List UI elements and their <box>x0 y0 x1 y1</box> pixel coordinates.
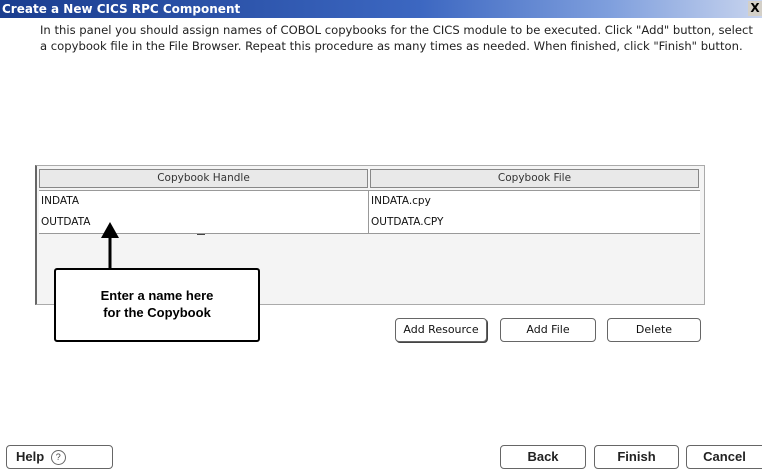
close-icon[interactable]: X <box>748 1 762 16</box>
finish-button[interactable]: Finish <box>594 445 679 469</box>
back-button[interactable]: Back <box>500 445 586 469</box>
copybook-file-cell[interactable]: INDATA.cpy <box>369 191 700 212</box>
add-file-button[interactable]: Add File <box>500 318 596 342</box>
table-row[interactable]: OUTDATA OUTDATA.CPY <box>39 212 700 234</box>
help-icon: ? <box>50 450 66 465</box>
title-bar: Create a New CICS RPC Component X <box>0 0 762 18</box>
add-resource-button[interactable]: Add Resource <box>395 318 487 342</box>
callout-box: Enter a name here for the Copybook <box>54 268 260 342</box>
footer-bar: Help ? Back Finish Cancel <box>0 443 762 473</box>
window-title: Create a New CICS RPC Component <box>2 2 241 16</box>
callout-line-1: Enter a name here <box>100 288 214 303</box>
instructions-text: In this panel you should assign names of… <box>40 23 753 53</box>
callout-line-2: for the Copybook <box>103 305 211 320</box>
copybook-handle-cell[interactable]: OUTDATA <box>39 212 369 233</box>
help-button[interactable]: Help ? <box>6 445 113 469</box>
text-cursor-mark <box>197 234 205 235</box>
callout-arrow <box>101 222 119 270</box>
table-row[interactable]: INDATA INDATA.cpy <box>39 190 700 213</box>
copybook-file-cell[interactable]: OUTDATA.CPY <box>369 212 700 233</box>
cancel-button[interactable]: Cancel <box>686 445 762 469</box>
table-header: Copybook Handle Copybook File <box>39 169 700 188</box>
column-header-copybook-handle[interactable]: Copybook Handle <box>39 169 368 188</box>
column-header-copybook-file[interactable]: Copybook File <box>370 169 699 188</box>
delete-button[interactable]: Delete <box>607 318 701 342</box>
copybook-handle-cell[interactable]: INDATA <box>39 191 369 212</box>
help-label: Help <box>16 449 45 464</box>
